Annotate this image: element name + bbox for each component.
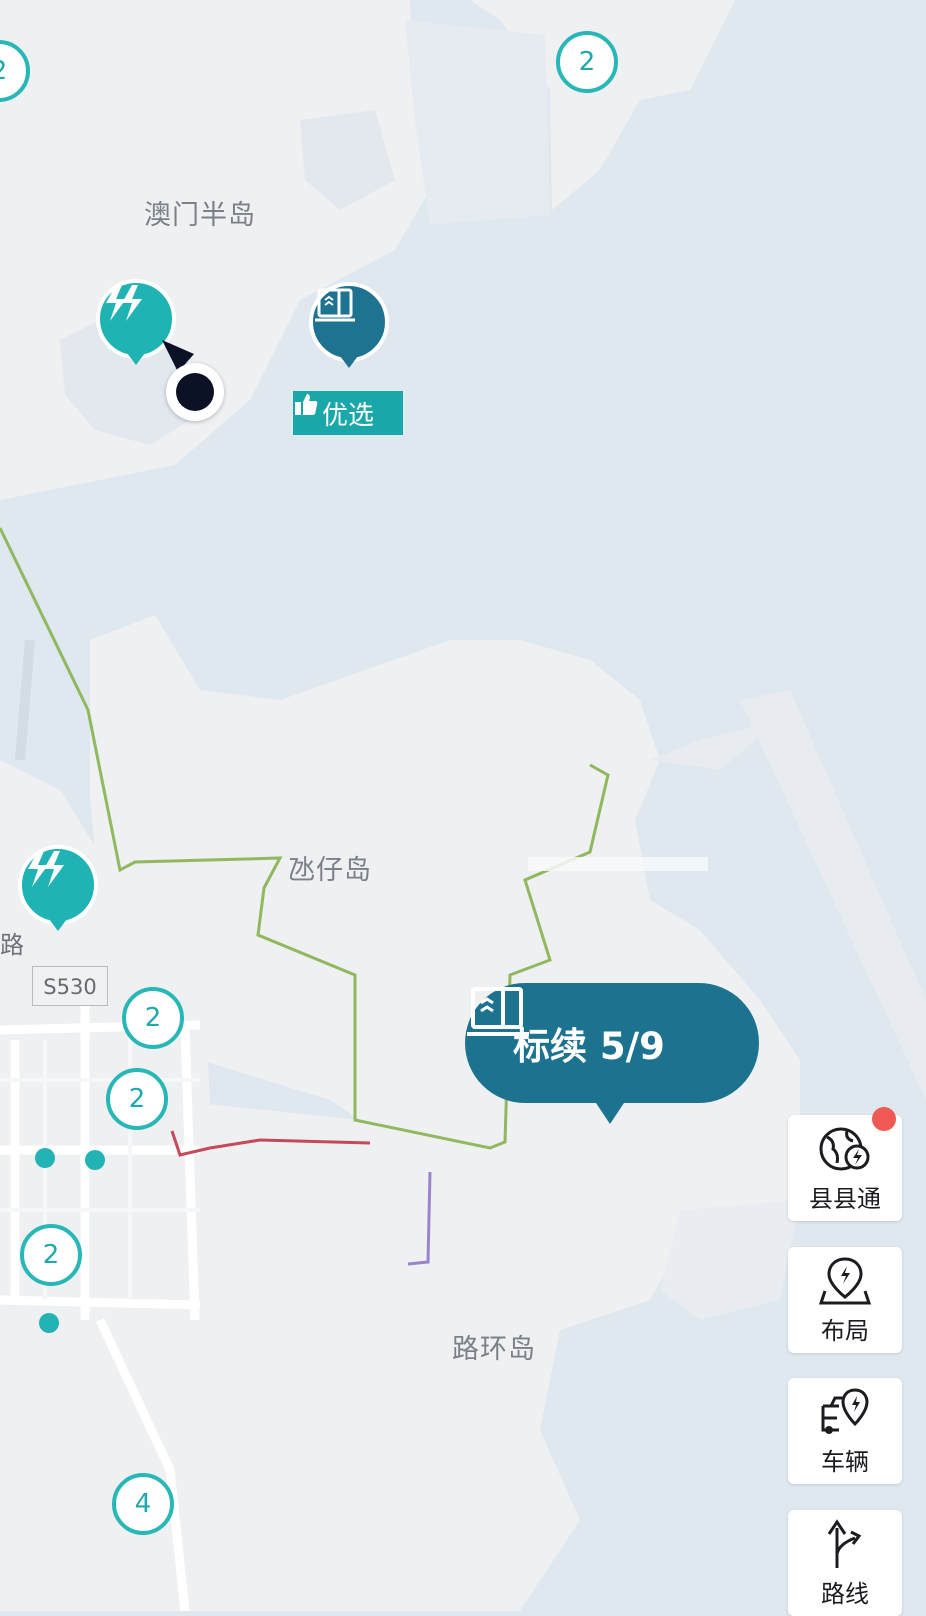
selected-store-label: 标续 5/9 <box>513 1025 665 1068</box>
globe-charge-icon <box>819 1127 870 1170</box>
vehicle-icon <box>821 1387 869 1434</box>
route-icon <box>827 1518 862 1568</box>
place-label-taipa: 氹仔岛 <box>288 855 372 886</box>
layout-button[interactable]: 布局 <box>788 1247 902 1353</box>
route-label: 路线 <box>821 1579 869 1608</box>
thumbs-up-icon <box>295 394 318 415</box>
cluster-marker[interactable]: 2 <box>122 987 184 1049</box>
store-icon <box>309 282 389 362</box>
vehicle-button[interactable]: 车辆 <box>788 1378 902 1484</box>
road-label: 路 <box>0 931 24 959</box>
layout-label: 布局 <box>821 1316 869 1345</box>
station-dot[interactable] <box>85 1150 105 1170</box>
cluster-marker[interactable]: 2 <box>20 1224 82 1286</box>
road-shield: S530 <box>32 966 108 1006</box>
station-dot[interactable] <box>35 1148 55 1168</box>
location-pin-icon <box>818 1256 872 1304</box>
featured-badge: 优选 <box>293 391 403 435</box>
featured-badge-label: 优选 <box>321 400 374 431</box>
map-canvas[interactable]: 澳门半岛 氹仔岛 路环岛 路 S530 2 2 2 2 2 4 <box>0 0 926 1611</box>
selected-store-bubble[interactable]: 标续 5/9 <box>465 983 759 1103</box>
county-access-label: 县县通 <box>809 1184 881 1213</box>
place-label-macau-peninsula: 澳门半岛 <box>144 200 256 231</box>
cluster-marker[interactable]: 2 <box>106 1068 168 1130</box>
store-icon <box>467 987 529 1036</box>
bubble-pointer <box>594 1100 626 1124</box>
charging-station-icon <box>18 845 98 925</box>
notification-dot <box>872 1107 896 1131</box>
place-label-coloane: 路环岛 <box>452 1334 536 1365</box>
cluster-marker[interactable]: 2 <box>556 31 618 93</box>
current-location[interactable] <box>166 363 224 421</box>
cluster-marker[interactable]: 4 <box>112 1473 174 1535</box>
map-base <box>0 0 926 1611</box>
station-dot[interactable] <box>39 1313 59 1333</box>
route-button[interactable]: 路线 <box>788 1510 902 1616</box>
vehicle-label: 车辆 <box>821 1447 869 1476</box>
